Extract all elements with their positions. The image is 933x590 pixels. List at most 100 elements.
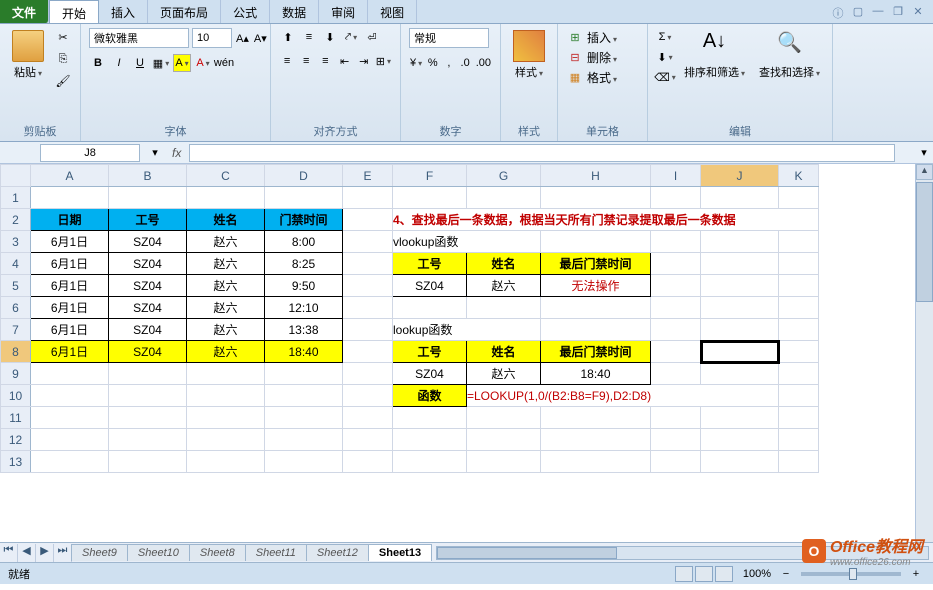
close-icon[interactable]: ✕ [911, 5, 925, 19]
cell-B8[interactable]: SZ04 [109, 341, 187, 363]
cell-J1[interactable] [701, 187, 779, 209]
cell-G10[interactable]: =LOOKUP(1,0/(B2:B8=F9),D2:D8) [467, 385, 779, 407]
col-header-C[interactable]: C [187, 165, 265, 187]
cell-A11[interactable] [31, 407, 109, 429]
zoom-level[interactable]: 100% [743, 568, 771, 580]
cell-A7[interactable]: 6月1日 [31, 319, 109, 341]
indent-dec-button[interactable]: ⇤ [336, 52, 352, 70]
cell-A4[interactable]: 6月1日 [31, 253, 109, 275]
cut-button[interactable] [54, 28, 72, 46]
align-bottom-button[interactable]: ⬇ [321, 28, 339, 46]
underline-button[interactable]: U [131, 54, 149, 72]
sheet-nav-next[interactable]: ▶ [36, 544, 54, 562]
cell-E2[interactable] [343, 209, 393, 231]
cell-F1[interactable] [393, 187, 467, 209]
cell-C3[interactable]: 赵六 [187, 231, 265, 253]
cell-C4[interactable]: 赵六 [187, 253, 265, 275]
cell-D13[interactable] [265, 451, 343, 473]
help-icon[interactable]: ⓘ [831, 5, 845, 19]
cell-A13[interactable] [31, 451, 109, 473]
cell-G4[interactable]: 姓名 [467, 253, 541, 275]
cell-D5[interactable]: 9:50 [265, 275, 343, 297]
sheet-tab-Sheet9[interactable]: Sheet9 [71, 544, 128, 561]
cell-J12[interactable] [701, 429, 779, 451]
cell-B11[interactable] [109, 407, 187, 429]
cell-F8[interactable]: 工号 [393, 341, 467, 363]
format-painter-button[interactable] [54, 72, 72, 90]
format-cells-button[interactable]: 格式 [587, 69, 617, 86]
sort-filter-button[interactable]: A↓ 排序和筛选 [680, 28, 749, 121]
cell-H9[interactable]: 18:40 [541, 363, 651, 385]
col-header-F[interactable]: F [393, 165, 467, 187]
percent-button[interactable]: % [426, 54, 439, 72]
cell-C1[interactable] [187, 187, 265, 209]
cell-I4[interactable] [651, 253, 701, 275]
cell-I3[interactable] [651, 231, 701, 253]
cell-A6[interactable]: 6月1日 [31, 297, 109, 319]
cell-B9[interactable] [109, 363, 187, 385]
cell-G9[interactable]: 赵六 [467, 363, 541, 385]
h-scroll-thumb[interactable] [437, 547, 617, 559]
tab-review[interactable]: 审阅 [319, 0, 368, 23]
sheet-tab-Sheet13[interactable]: Sheet13 [368, 544, 432, 561]
cell-F3[interactable]: vlookup函数 [393, 231, 541, 253]
cell-F10[interactable]: 函数 [393, 385, 467, 407]
cell-J5[interactable] [701, 275, 779, 297]
zoom-thumb[interactable] [849, 568, 857, 580]
sheet-tab-Sheet11[interactable]: Sheet11 [245, 544, 307, 561]
col-header-D[interactable]: D [265, 165, 343, 187]
cell-I7[interactable] [651, 319, 701, 341]
cell-A5[interactable]: 6月1日 [31, 275, 109, 297]
phonetic-button[interactable]: wén [215, 54, 233, 72]
indent-inc-button[interactable]: ⇥ [356, 52, 372, 70]
cell-E5[interactable] [343, 275, 393, 297]
col-header-J[interactable]: J [701, 165, 779, 187]
cell-E11[interactable] [343, 407, 393, 429]
formula-input[interactable] [189, 144, 895, 162]
cell-F11[interactable] [393, 407, 467, 429]
cell-A9[interactable] [31, 363, 109, 385]
number-format-select[interactable] [409, 28, 489, 48]
row-header-8[interactable]: 8 [1, 341, 31, 363]
fill-color-button[interactable]: A [173, 54, 191, 72]
border-button[interactable]: ▦ [152, 54, 170, 72]
col-header-B[interactable]: B [109, 165, 187, 187]
fill-button[interactable]: ⬇ [656, 48, 674, 66]
bold-button[interactable]: B [89, 54, 107, 72]
font-family-select[interactable] [89, 28, 189, 48]
cell-K6[interactable] [779, 297, 819, 319]
cell-I5[interactable] [651, 275, 701, 297]
cell-H3[interactable] [541, 231, 651, 253]
cell-K4[interactable] [779, 253, 819, 275]
cell-D2[interactable]: 门禁时间 [265, 209, 343, 231]
scroll-up-button[interactable]: ▲ [916, 164, 933, 180]
cell-C9[interactable] [187, 363, 265, 385]
cell-H6[interactable] [541, 297, 651, 319]
cell-E4[interactable] [343, 253, 393, 275]
cell-H5[interactable]: 无法操作 [541, 275, 651, 297]
cell-E8[interactable] [343, 341, 393, 363]
cell-D8[interactable]: 18:40 [265, 341, 343, 363]
cell-C6[interactable]: 赵六 [187, 297, 265, 319]
cell-D7[interactable]: 13:38 [265, 319, 343, 341]
cell-J3[interactable] [701, 231, 779, 253]
cell-J11[interactable] [701, 407, 779, 429]
row-header-9[interactable]: 9 [1, 363, 31, 385]
row-header-5[interactable]: 5 [1, 275, 31, 297]
cell-D9[interactable] [265, 363, 343, 385]
cell-J9[interactable] [701, 363, 779, 385]
row-header-12[interactable]: 12 [1, 429, 31, 451]
cell-H12[interactable] [541, 429, 651, 451]
dec-decimal-button[interactable]: .00 [475, 54, 492, 72]
cell-C13[interactable] [187, 451, 265, 473]
name-box[interactable] [40, 144, 140, 162]
orientation-button[interactable]: ⤤ [342, 28, 360, 46]
cell-F5[interactable]: SZ04 [393, 275, 467, 297]
cell-C12[interactable] [187, 429, 265, 451]
cell-D12[interactable] [265, 429, 343, 451]
autosum-button[interactable]: Σ [656, 28, 674, 46]
align-left-button[interactable]: ≡ [279, 52, 295, 70]
cell-I13[interactable] [651, 451, 701, 473]
inc-decimal-button[interactable]: .0 [459, 54, 472, 72]
cell-D6[interactable]: 12:10 [265, 297, 343, 319]
